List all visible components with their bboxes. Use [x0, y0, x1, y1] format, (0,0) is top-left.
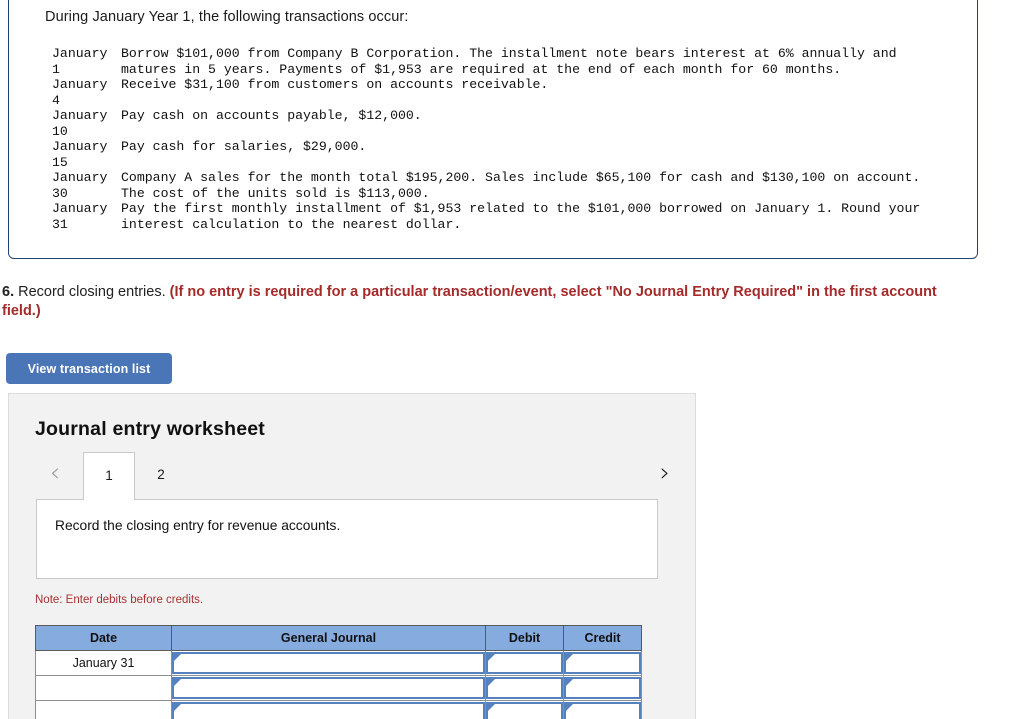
transaction-table-body: January 1 Borrow $101,000 from Company B … [52, 46, 920, 232]
journal-cell-debit-input-field[interactable] [486, 652, 563, 674]
transaction-date: January 4 [52, 77, 108, 108]
transaction-description: Company A sales for the month total $195… [121, 170, 921, 201]
journal-cell-date [35, 675, 172, 701]
worksheet-title: Journal entry worksheet [35, 418, 266, 440]
journal-cell-debit-input[interactable] [485, 675, 564, 701]
transaction-date: January 30 [52, 170, 108, 201]
journal-cell-date: January 31 [35, 650, 172, 676]
transaction-description: Receive $31,100 from customers on accoun… [121, 77, 549, 92]
header-debit: Debit [485, 625, 564, 651]
requirement-line: 6. Record closing entries. (If no entry … [2, 283, 972, 321]
journal-cell-date [35, 700, 172, 719]
journal-cell-credit-input-field[interactable] [564, 652, 641, 674]
journal-cell-account-input-field[interactable] [172, 652, 485, 674]
transaction-row: January 31 Pay the first monthly installm… [52, 201, 920, 232]
journal-cell-account-input[interactable] [171, 675, 486, 701]
header-date: Date [35, 625, 172, 651]
journal-cell-credit-input[interactable] [563, 650, 642, 676]
view-transaction-list-button[interactable]: View transaction list [6, 353, 172, 384]
chevron-right-icon[interactable]: › [653, 460, 677, 488]
debits-before-credits-note: Note: Enter debits before credits. [35, 594, 204, 606]
journal-cell-credit-input[interactable] [563, 700, 642, 719]
transaction-date: January 15 [52, 139, 108, 170]
journal-table-head: Date General Journal Debit Credit [35, 625, 642, 651]
journal-cell-account-input[interactable] [171, 650, 486, 676]
worksheet-prompt-text: Record the closing entry for revenue acc… [55, 518, 341, 533]
transaction-list-box: During January Year 1, the following tra… [8, 0, 978, 259]
journal-table-body: January 31 [35, 650, 642, 719]
requirement-text: Record closing entries. [18, 284, 166, 300]
worksheet-tab-2[interactable]: 2 [135, 452, 187, 500]
journal-cell-credit-input[interactable] [563, 675, 642, 701]
transaction-description: Pay cash on accounts payable, $12,000. [121, 108, 422, 123]
header-general-journal: General Journal [171, 625, 486, 651]
worksheet-prompt-box: Record the closing entry for revenue acc… [36, 499, 658, 579]
transaction-date: January 10 [52, 108, 108, 139]
journal-cell-account-input-field[interactable] [172, 677, 485, 699]
transaction-description: Borrow $101,000 from Company B Corporati… [121, 46, 897, 77]
journal-entry-table: Date General Journal Debit Credit Januar… [35, 625, 642, 719]
journal-table-row [35, 700, 642, 719]
worksheet-tab-1[interactable]: 1 [83, 452, 135, 500]
transaction-row: January 15 Pay cash for salaries, $29,000… [52, 139, 920, 170]
chevron-left-icon[interactable]: ‹ [43, 460, 67, 488]
journal-table-row: January 31 [35, 650, 642, 676]
journal-table-header-row: Date General Journal Debit Credit [35, 625, 642, 651]
transaction-table: January 1 Borrow $101,000 from Company B … [52, 46, 920, 232]
journal-cell-account-input[interactable] [171, 700, 486, 719]
worksheet-tab-bar: ‹ 1 2 › [35, 452, 675, 500]
journal-table-row [35, 675, 642, 701]
requirement-number: 6. [2, 284, 15, 300]
journal-cell-debit-input-field[interactable] [486, 677, 563, 699]
transaction-date: January 1 [52, 46, 108, 77]
journal-entry-worksheet-panel: Journal entry worksheet ‹ 1 2 › Record t… [8, 393, 696, 719]
transaction-row: January 30 Company A sales for the month … [52, 170, 920, 201]
transaction-row: January 4 Receive $31,100 from customers … [52, 77, 920, 108]
journal-cell-account-input-field[interactable] [172, 702, 485, 719]
journal-cell-debit-input-field[interactable] [486, 702, 563, 719]
transaction-date: January 31 [52, 201, 108, 232]
transaction-description: Pay cash for salaries, $29,000. [121, 139, 367, 154]
journal-cell-debit-input[interactable] [485, 650, 564, 676]
transaction-box-intro: During January Year 1, the following tra… [45, 9, 409, 25]
transaction-description: Pay the first monthly installment of $1,… [121, 201, 921, 232]
journal-cell-credit-input-field[interactable] [564, 677, 641, 699]
journal-cell-credit-input-field[interactable] [564, 702, 641, 719]
journal-cell-debit-input[interactable] [485, 700, 564, 719]
transaction-row: January 10 Pay cash on accounts payable, … [52, 108, 920, 139]
header-credit: Credit [563, 625, 642, 651]
transaction-row: January 1 Borrow $101,000 from Company B … [52, 46, 920, 77]
